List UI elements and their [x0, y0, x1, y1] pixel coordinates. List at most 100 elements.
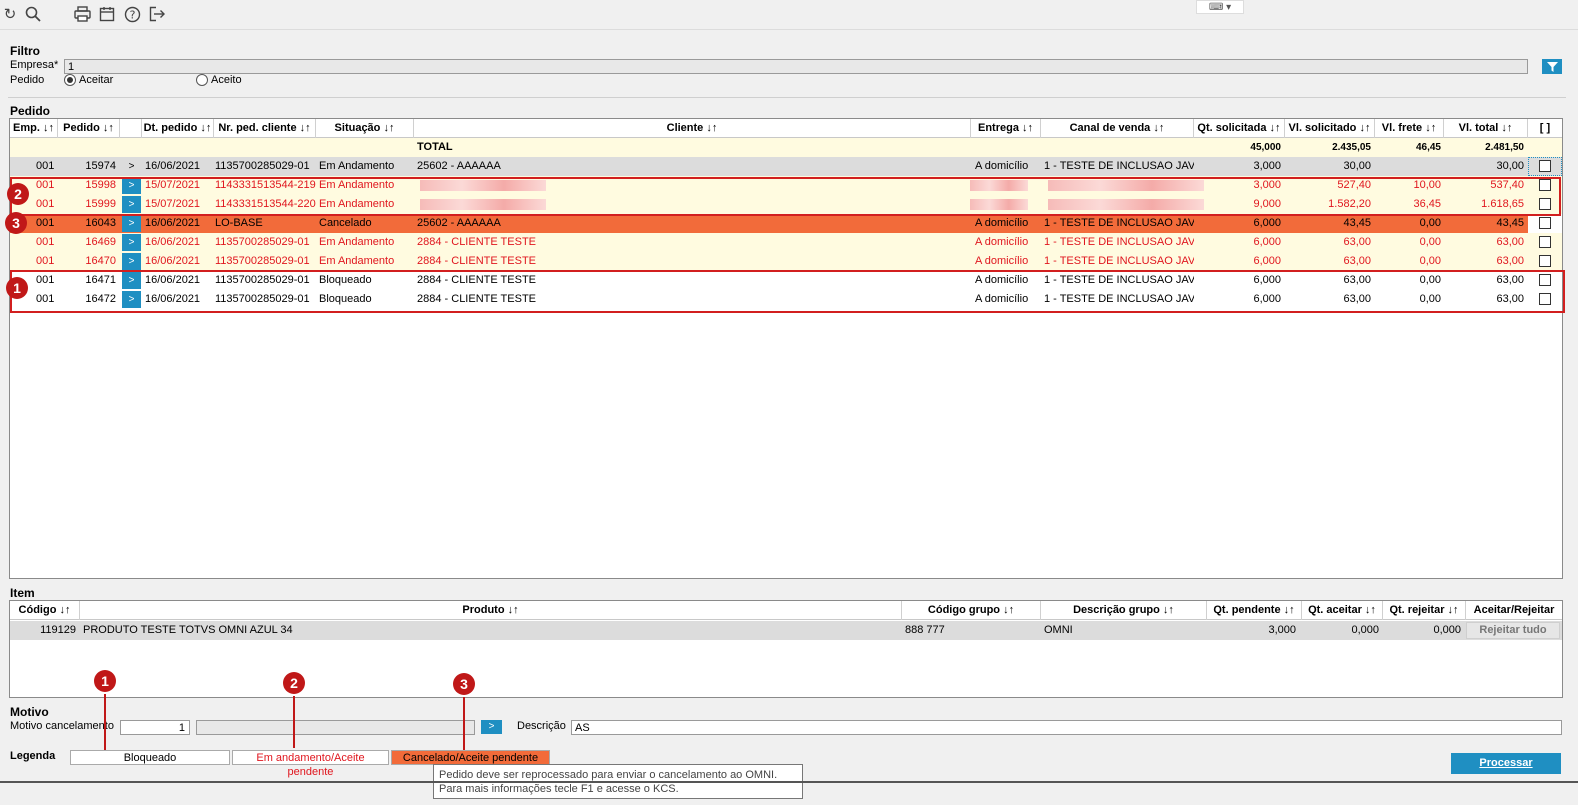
col-pedido[interactable]: Pedido ↓↑	[58, 119, 120, 138]
redacted-entrega	[970, 199, 1028, 210]
print-icon[interactable]	[72, 4, 92, 24]
row-checkbox[interactable]	[1539, 255, 1551, 267]
row-expand-button[interactable]: >	[122, 215, 141, 232]
cell-frete	[1375, 157, 1441, 176]
table-row[interactable]: 001 16471 > 16/06/2021 1135700285029-01 …	[10, 271, 1562, 290]
radio-aceitar[interactable]: Aceitar	[64, 74, 113, 86]
col-produto[interactable]: Produto ↓↑	[80, 601, 902, 620]
table-row[interactable]: 001 16469 > 16/06/2021 1135700285029-01 …	[10, 233, 1562, 252]
table-row[interactable]: 001 15974 > 16/06/2021 1135700285029-01 …	[10, 157, 1562, 176]
refresh-icon[interactable]: ↻	[0, 4, 20, 24]
row-expand-button[interactable]: >	[122, 291, 141, 308]
item-grid: Código ↓↑ Produto ↓↑ Código grupo ↓↑ Des…	[9, 600, 1563, 698]
cell-frete: 0,00	[1419, 293, 1441, 305]
col-select-all[interactable]: [ ]	[1528, 119, 1562, 138]
col-qt-pendente[interactable]: Qt. pendente ↓↑	[1207, 601, 1302, 620]
redacted-cliente	[420, 180, 546, 191]
row-checkbox[interactable]	[1539, 236, 1551, 248]
keyboard-icon[interactable]: ⌨ ▾	[1196, 0, 1244, 14]
callout-badge-3: 3	[453, 673, 475, 695]
row-checkbox[interactable]	[1539, 217, 1551, 229]
cell-vl: 63,00	[1343, 293, 1371, 305]
cell-qt: 6,000	[1253, 236, 1281, 248]
row-expand-button[interactable]: >	[122, 234, 141, 251]
divider	[8, 97, 1566, 98]
annotation-badge-1: 1	[6, 277, 28, 299]
rejeitar-tudo-button[interactable]: Rejeitar tudo	[1466, 622, 1560, 639]
cell-qt-aceitar[interactable]: 0,000	[1302, 621, 1379, 640]
row-expand-button[interactable]: >	[122, 158, 141, 175]
col-codigo[interactable]: Código ↓↑	[10, 601, 80, 620]
cell-pedido: 16470	[85, 255, 116, 267]
processar-button[interactable]: Processar	[1451, 753, 1561, 774]
descricao-field[interactable]: AS	[571, 720, 1562, 735]
col-qt-aceitar[interactable]: Qt. aceitar ↓↑	[1302, 601, 1383, 620]
col-dt-pedido[interactable]: Dt. pedido ↓↑	[142, 119, 214, 138]
col-canal-venda[interactable]: Canal de venda ↓↑	[1041, 119, 1194, 138]
radio-aceitar-dot[interactable]	[64, 74, 76, 86]
search-icon[interactable]	[23, 4, 43, 24]
exit-icon[interactable]	[147, 4, 167, 24]
row-expand-button[interactable]: >	[122, 196, 141, 213]
cell-pedido: 16043	[85, 217, 116, 229]
cell-vl: 63,00	[1343, 255, 1371, 267]
cell-vl: 43,45	[1343, 217, 1371, 229]
col-entrega[interactable]: Entrega ↓↑	[971, 119, 1041, 138]
empresa-field[interactable]: 1	[64, 59, 1528, 74]
cell-situacao: Em Andamento	[319, 236, 395, 248]
cell-cliente: 25602 - AAAAAA	[417, 160, 501, 172]
row-expand-button[interactable]: >	[122, 272, 141, 289]
bottom-border	[0, 781, 1578, 783]
item-row[interactable]: 119129 PRODUTO TESTE TOTVS OMNI AZUL 34 …	[10, 621, 1562, 640]
cell-qt: 6,000	[1253, 255, 1281, 267]
motivo-code-field[interactable]: 1	[120, 720, 190, 735]
col-codigo-grupo[interactable]: Código grupo ↓↑	[902, 601, 1041, 620]
cell-frete: 0,00	[1419, 236, 1441, 248]
table-row[interactable]: 001 16472 > 16/06/2021 1135700285029-01 …	[10, 290, 1562, 309]
col-qt-rejeitar[interactable]: Qt. rejeitar ↓↑	[1383, 601, 1466, 620]
col-qt-solicitada[interactable]: Qt. solicitada ↓↑	[1194, 119, 1285, 138]
cell-total: 63,00	[1496, 255, 1524, 267]
row-expand-button[interactable]: >	[122, 253, 141, 270]
legenda-title: Legenda	[10, 750, 56, 762]
col-cliente[interactable]: Cliente ↓↑	[414, 119, 971, 138]
cell-canal: 1 - TESTE DE INCLUSAO JAVA	[1044, 274, 1194, 286]
calendar-icon[interactable]	[97, 4, 117, 24]
row-checkbox[interactable]	[1539, 160, 1551, 172]
cell-nr-ped-cliente: 1143331513544-219	[215, 179, 316, 191]
col-emp[interactable]: Emp. ↓↑	[10, 119, 58, 138]
motivo-title: Motivo	[10, 705, 49, 719]
radio-aceito-dot[interactable]	[196, 74, 208, 86]
cell-vl: 30,00	[1343, 160, 1371, 172]
motivo-lookup-button[interactable]: >	[481, 720, 502, 734]
cell-pedido: 15999	[85, 198, 116, 210]
cell-qt-rejeitar[interactable]: 0,000	[1383, 621, 1461, 640]
cell-dt-pedido: 15/07/2021	[145, 198, 201, 210]
table-row[interactable]: 001 16470 > 16/06/2021 1135700285029-01 …	[10, 252, 1562, 271]
help-icon[interactable]: ?	[122, 4, 142, 24]
col-vl-solicitado[interactable]: Vl. solicitado ↓↑	[1285, 119, 1375, 138]
row-checkbox[interactable]	[1539, 198, 1551, 210]
table-row[interactable]: 001 15999 > 15/07/2021 1143331513544-220…	[10, 195, 1562, 214]
table-row[interactable]: 001 16043 > 16/06/2021 LO-BASE Cancelado…	[10, 214, 1562, 233]
row-checkbox[interactable]	[1539, 293, 1551, 305]
col-descricao-grupo[interactable]: Descrição grupo ↓↑	[1041, 601, 1207, 620]
table-row[interactable]: 001 15998 > 15/07/2021 1143331513544-219…	[10, 176, 1562, 195]
col-nr-ped-cliente[interactable]: Nr. ped. cliente ↓↑	[214, 119, 316, 138]
cell-canal: 1 - TESTE DE INCLUSAO JAVA	[1044, 255, 1194, 267]
filter-icon[interactable]	[1542, 59, 1562, 74]
radio-aceito[interactable]: Aceito	[196, 74, 242, 86]
row-checkbox[interactable]	[1539, 274, 1551, 286]
item-header-row: Código ↓↑ Produto ↓↑ Código grupo ↓↑ Des…	[10, 601, 1562, 620]
col-vl-total[interactable]: Vl. total ↓↑	[1444, 119, 1528, 138]
col-situacao[interactable]: Situação ↓↑	[316, 119, 414, 138]
row-expand-button[interactable]: >	[122, 177, 141, 194]
cell-total: 30,00	[1496, 160, 1524, 172]
cell-pedido: 15974	[85, 160, 116, 172]
col-vl-frete[interactable]: Vl. frete ↓↑	[1375, 119, 1444, 138]
cell-qt-pendente: 3,000	[1268, 624, 1296, 636]
annotation-badge-3: 3	[5, 212, 27, 234]
row-checkbox[interactable]	[1539, 179, 1551, 191]
toolbar: ↻ ? ⌨ ▾	[0, 0, 1578, 30]
cell-frete: 0,00	[1419, 255, 1441, 267]
